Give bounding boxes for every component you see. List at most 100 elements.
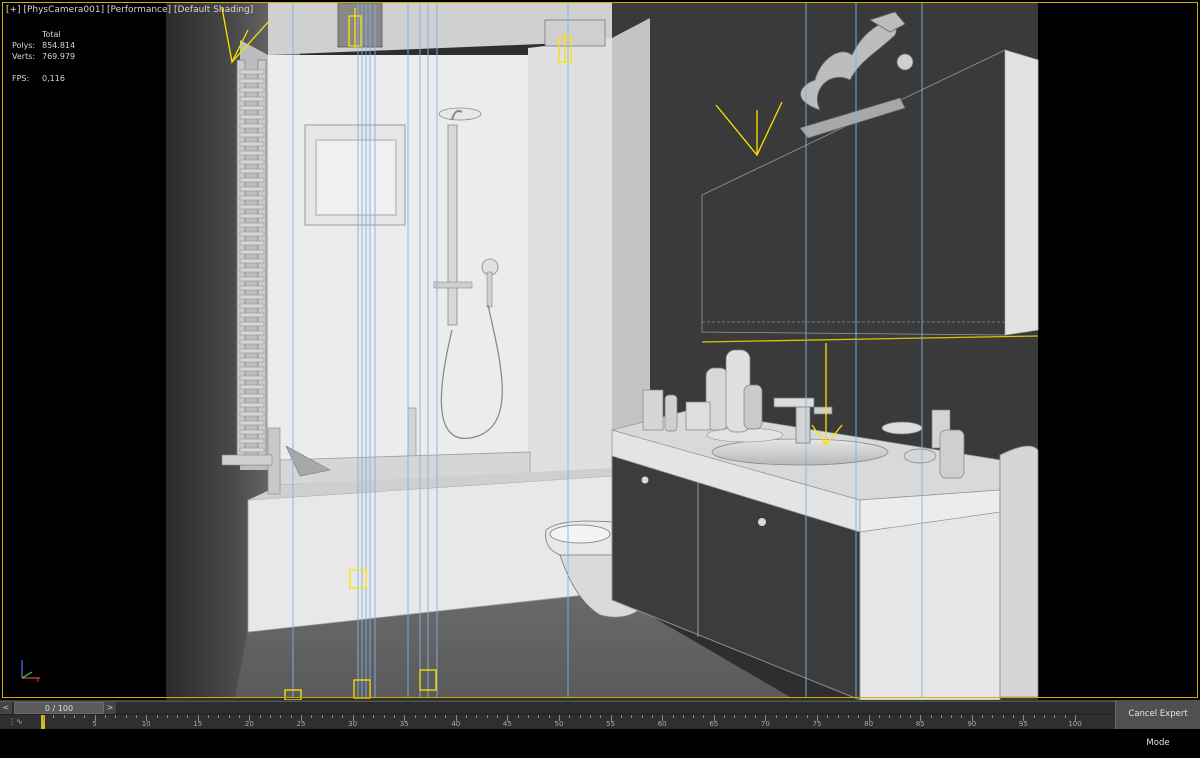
- radiator-bar: [239, 276, 265, 282]
- track-tick: [466, 715, 468, 718]
- viewport-performance-menu[interactable]: [Performance]: [107, 5, 171, 15]
- track-tick-label: 5: [92, 720, 97, 728]
- radiator-bar: [239, 438, 265, 444]
- radiator-bar: [239, 204, 265, 210]
- track-tick: [631, 715, 633, 718]
- mini-curve-editor-icon[interactable]: ⋮∿: [8, 717, 23, 726]
- track-tick: [445, 715, 447, 718]
- bathroom-scene-render[interactable]: [0, 0, 1200, 700]
- radiator-bar: [239, 78, 265, 84]
- track-tick: [73, 715, 75, 718]
- track-tick: [115, 715, 117, 718]
- stats-verts-label: Verts:: [12, 52, 36, 61]
- radiator-bars: [239, 69, 265, 453]
- track-bar[interactable]: ⋮∿ 0 5 10 15 20 25 30 35 40 45 50 55 60 65 70 75 80 85 90 9…: [0, 715, 1115, 729]
- track-tick-label: 70: [760, 720, 770, 728]
- track-tick: [373, 715, 375, 718]
- track-tick: [651, 715, 653, 718]
- track-tick: [528, 715, 530, 718]
- radiator-bar: [239, 258, 265, 264]
- stats-polys-value: 854.814: [42, 41, 76, 50]
- track-tick: [290, 715, 292, 718]
- radiator-bar: [239, 429, 265, 435]
- track-tick: [982, 715, 984, 718]
- track-tick: [435, 715, 437, 718]
- track-tick: [187, 715, 189, 718]
- track-tick: [569, 715, 571, 718]
- partition-wall: [528, 38, 612, 480]
- track-tick-label: 90: [967, 720, 977, 728]
- drawer-knob-right: [758, 518, 766, 526]
- stats-fps-label: FPS:: [12, 74, 30, 83]
- track-tick: [858, 715, 860, 718]
- radiator-bar: [239, 384, 265, 390]
- radiator-bar: [239, 141, 265, 147]
- track-tick-label: 25: [296, 720, 306, 728]
- stats-fps-value: 0,116: [42, 74, 65, 83]
- track-tick: [1002, 715, 1004, 718]
- track-tick: [837, 715, 839, 718]
- radiator-bar: [239, 375, 265, 381]
- track-tick: [270, 715, 272, 718]
- radiator-bar: [239, 231, 265, 237]
- stats-polys-label: Polys:: [12, 41, 36, 50]
- track-tick-label: 20: [244, 720, 254, 728]
- radiator-bar: [239, 105, 265, 111]
- time-slider-prev-button[interactable]: <: [0, 702, 12, 714]
- track-tick: [940, 715, 942, 718]
- track-tick: [672, 715, 674, 718]
- track-tick: [878, 715, 880, 718]
- cancel-expert-mode-button[interactable]: Cancel Expert Mode: [1115, 700, 1200, 748]
- radiator-bar: [239, 213, 265, 219]
- camera-viewport[interactable]: [+] [PhysCamera001] [Performance] [Defau…: [0, 0, 1200, 700]
- axis-tripod-icon: x: [21, 660, 40, 684]
- track-tick: [53, 715, 55, 718]
- track-tick-label: 50: [554, 720, 564, 728]
- track-tick: [703, 715, 705, 718]
- track-tick: [383, 715, 385, 718]
- radiator-bar: [239, 420, 265, 426]
- track-tick: [847, 715, 849, 718]
- track-tick: [755, 715, 757, 718]
- radiator-bar: [239, 195, 265, 201]
- track-tick: [744, 715, 746, 718]
- viewport-plus-menu[interactable]: [+]: [6, 5, 21, 15]
- track-tick-label: 55: [606, 720, 616, 728]
- track-tick: [497, 715, 499, 718]
- track-tick-label: 65: [709, 720, 719, 728]
- track-tick-label: 40: [451, 720, 461, 728]
- track-tick: [218, 715, 220, 718]
- track-tick-label: 100: [1068, 720, 1082, 728]
- track-tick-label: 30: [348, 720, 358, 728]
- track-tick-label: 80: [864, 720, 874, 728]
- track-tick: [424, 715, 426, 718]
- radiator-bar: [239, 69, 265, 75]
- time-slider-thumb[interactable]: 0 / 100: [14, 702, 104, 714]
- track-tick-label: 35: [399, 720, 409, 728]
- viewport-camera-menu[interactable]: [PhysCamera001]: [23, 5, 104, 15]
- radiator-bar: [239, 240, 265, 246]
- track-tick-label: 45: [502, 720, 512, 728]
- track-tick: [1054, 715, 1056, 718]
- track-tick: [682, 715, 684, 718]
- track-tick: [600, 715, 602, 718]
- viewport-shading-menu[interactable]: [Default Shading]: [174, 5, 253, 15]
- time-slider[interactable]: < 0 / 100 >: [0, 701, 1115, 715]
- track-tick: [104, 715, 106, 718]
- track-tick: [641, 715, 643, 718]
- track-tick: [517, 715, 519, 718]
- track-tick: [1013, 715, 1015, 718]
- viewport-label-menu[interactable]: [+] [PhysCamera001] [Performance] [Defau…: [6, 5, 253, 15]
- track-tick-label: 60: [657, 720, 667, 728]
- track-tick: [620, 715, 622, 718]
- radiator-bar: [239, 348, 265, 354]
- time-slider-next-button[interactable]: >: [104, 702, 116, 714]
- radiator-bar: [239, 357, 265, 363]
- drawer-knob-left: [641, 476, 649, 484]
- track-tick: [228, 715, 230, 718]
- track-tick: [693, 715, 695, 718]
- track-tick: [1064, 715, 1066, 718]
- shower-column: [447, 124, 458, 326]
- track-tick: [84, 715, 86, 718]
- track-tick: [951, 715, 953, 718]
